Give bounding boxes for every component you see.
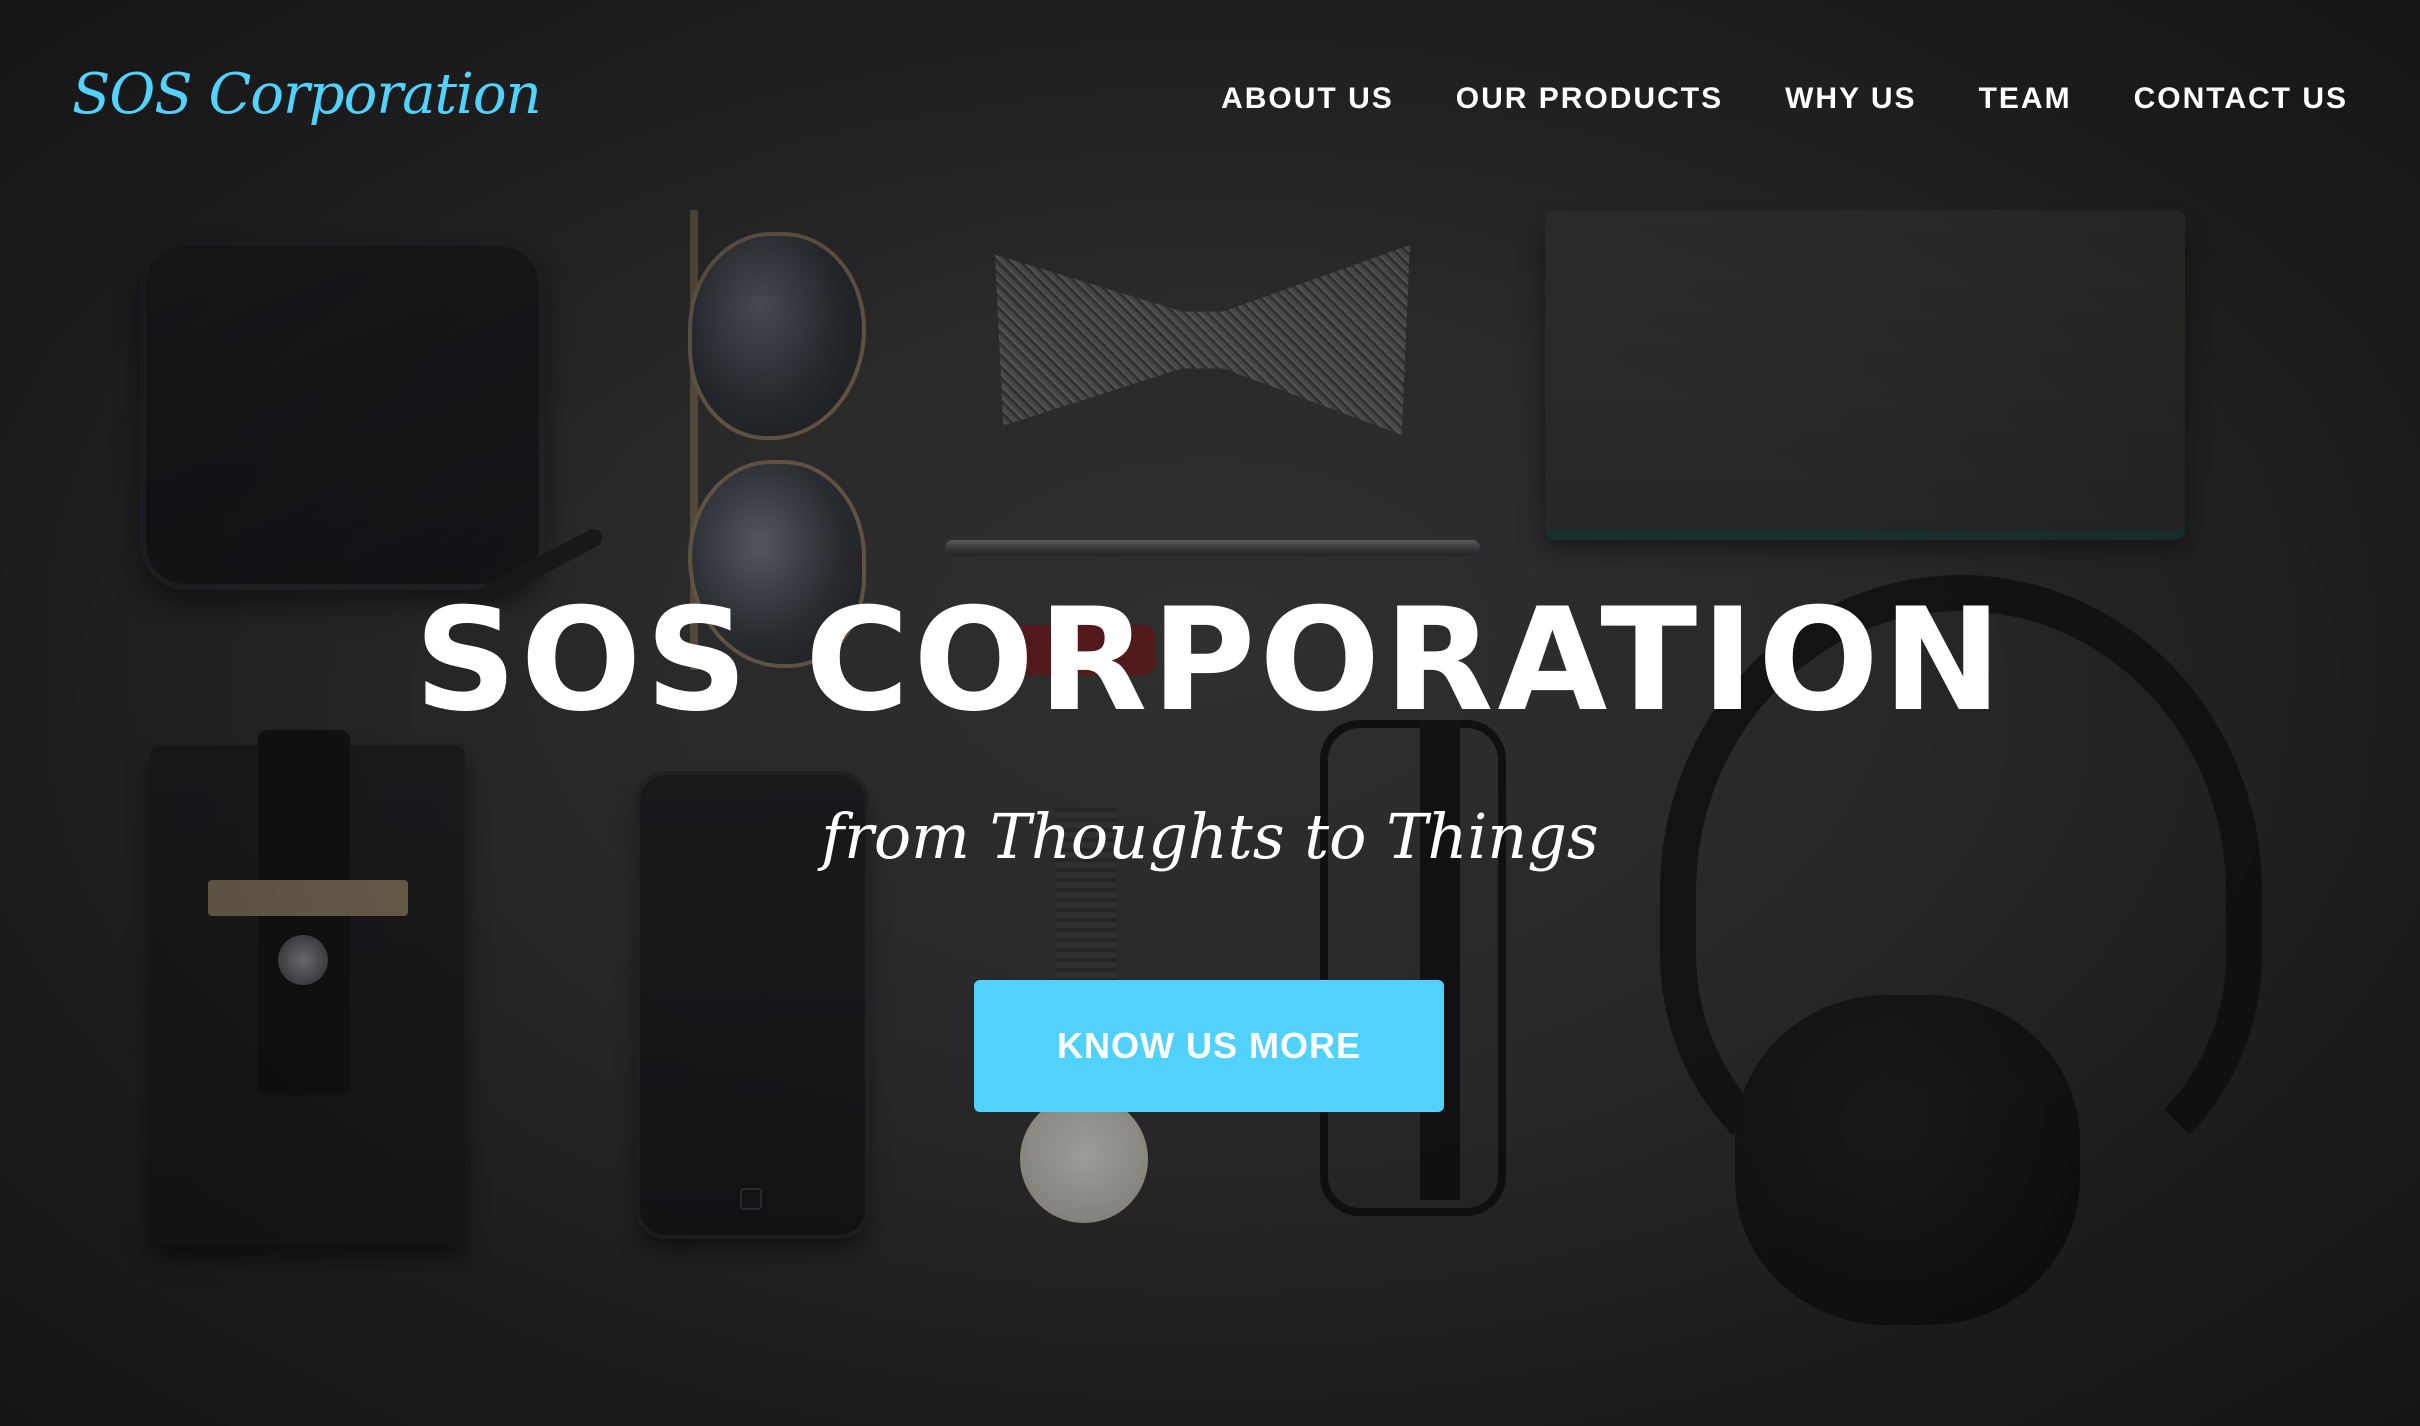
nav-item-contact-us: CONTACT US — [2134, 82, 2348, 116]
nav-link-about-us[interactable]: ABOUT US — [1221, 82, 1394, 115]
nav-item-our-products: OUR PRODUCTS — [1456, 82, 1723, 116]
nav-item-team: TEAM — [1979, 82, 2072, 116]
navbar: SOS Corporation ABOUT US OUR PRODUCTS WH… — [0, 0, 2420, 200]
nav-item-why-us: WHY US — [1785, 82, 1916, 116]
know-us-more-button[interactable]: KNOW US MORE — [974, 980, 1444, 1112]
nav-link-team[interactable]: TEAM — [1979, 82, 2072, 115]
nav-item-about-us: ABOUT US — [1221, 82, 1394, 116]
nav-link-why-us[interactable]: WHY US — [1785, 82, 1916, 115]
nav-link-contact-us[interactable]: CONTACT US — [2134, 82, 2348, 115]
brand-logo-link[interactable]: SOS Corporation — [72, 62, 542, 127]
hero-subtitle: from Thoughts to Things — [821, 800, 1599, 873]
nav-link-our-products[interactable]: OUR PRODUCTS — [1456, 82, 1723, 115]
hero-section: SOS Corporation ABOUT US OUR PRODUCTS WH… — [0, 0, 2420, 1426]
nav-menu: ABOUT US OUR PRODUCTS WHY US TEAM CONTAC… — [1221, 82, 2348, 116]
hero-title: SOS CORPORATION — [414, 578, 2006, 743]
